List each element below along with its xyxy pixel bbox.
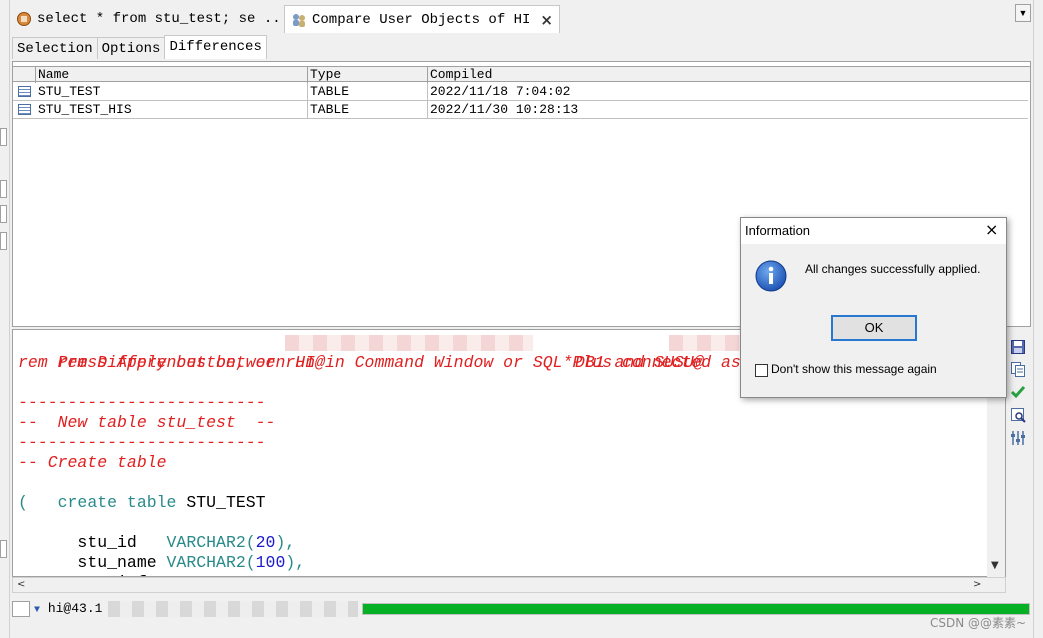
copy-icon[interactable]	[1010, 361, 1026, 377]
cell-name: STU_TEST_HIS	[36, 101, 308, 119]
document-tab-bar: select * from stu_test; se ... Compare U…	[10, 0, 1033, 36]
redacted-text	[285, 335, 533, 351]
grid-header: Name Type Compiled	[13, 66, 1030, 83]
chevron-down-icon: ▼	[34, 605, 41, 616]
left-panel-control[interactable]	[0, 128, 7, 146]
redacted-text	[669, 335, 749, 351]
status-bar: ▼ hi@43.1	[10, 598, 1033, 620]
connection-label: hi@43.1	[47, 601, 103, 616]
cell-type: TABLE	[308, 101, 428, 119]
dont-show-again-checkbox[interactable]	[755, 364, 768, 377]
save-icon[interactable]	[1010, 339, 1026, 355]
dialog-body: All changes successfully applied. OK Don…	[741, 244, 1006, 397]
grid-header-spacer	[13, 67, 36, 83]
code-line: -- New table stu_test --	[18, 413, 276, 432]
code-line: rem Press Apply button, or run in Comman…	[18, 353, 741, 372]
cell-compiled: 2022/11/30 10:28:13	[430, 102, 579, 117]
progress-fill	[363, 604, 1029, 614]
dialog-message: All changes successfully applied.	[805, 262, 981, 276]
close-icon[interactable]: ×	[985, 220, 998, 239]
tab-list-dropdown-button[interactable]: ▼	[1015, 4, 1031, 22]
dialog-titlebar: Information ×	[741, 218, 1006, 244]
table-row[interactable]: STU_TEST TABLE 2022/11/18 7:04:02	[13, 83, 1028, 101]
editor-horizontal-scrollbar[interactable]: < >	[12, 577, 1006, 593]
status-indicator-box[interactable]	[12, 601, 30, 617]
code-line: stu_info CLOB	[18, 553, 206, 576]
settings-sliders-icon[interactable]	[1010, 430, 1026, 446]
tab-label: Compare User Objects of HI	[312, 11, 531, 28]
connection-selector[interactable]: ▼ hi@43.1	[34, 600, 102, 618]
information-dialog: Information × All changes successfully a…	[740, 217, 1007, 398]
dialog-title: Information	[745, 223, 811, 238]
code-line: create table STU_TEST	[57, 493, 266, 512]
table-icon	[18, 104, 31, 115]
left-panel-control[interactable]	[0, 232, 7, 250]
compare-users-icon	[291, 12, 307, 28]
code-line: (	[18, 493, 28, 512]
column-header-compiled[interactable]: Compiled	[428, 67, 1028, 83]
right-panel-edge	[1033, 0, 1043, 638]
left-panel-edge	[0, 0, 10, 638]
close-icon[interactable]: ×	[540, 11, 553, 29]
tab-compare-user-objects[interactable]: Compare User Objects of HI ×	[284, 5, 560, 33]
dont-show-again-label[interactable]: Don't show this message again	[771, 362, 937, 376]
tab-label: select * from stu_test; se ...	[37, 11, 290, 27]
scroll-right-icon[interactable]: >	[973, 579, 981, 590]
ok-button[interactable]: OK	[831, 315, 917, 341]
editor-side-toolbar	[1008, 335, 1030, 455]
left-panel-control[interactable]	[0, 205, 7, 223]
redacted-text	[108, 601, 358, 617]
left-panel-control[interactable]	[0, 180, 7, 198]
tab-options[interactable]: Options	[96, 37, 166, 59]
code-line: stu_id VARCHAR2(20),	[57, 533, 296, 552]
code-line: -------------------------	[18, 393, 266, 412]
code-line: -------------------------	[18, 433, 266, 452]
tab-selection[interactable]: Selection	[12, 37, 98, 59]
code-line: -- Create table	[18, 453, 167, 472]
column-header-name[interactable]: Name	[36, 67, 308, 83]
scroll-down-icon[interactable]: ▼	[991, 560, 999, 571]
left-panel-control[interactable]	[0, 540, 7, 558]
tab-sql-window[interactable]: select * from stu_test; se ...	[10, 5, 289, 33]
sql-window-icon	[16, 11, 32, 27]
cell-name: STU_TEST	[36, 83, 308, 101]
chevron-down-icon: ▼	[1018, 8, 1028, 18]
code-line: stu_name VARCHAR2(100),	[57, 553, 306, 572]
apply-check-icon[interactable]	[1010, 384, 1026, 400]
table-icon	[18, 86, 31, 97]
tab-differences[interactable]: Differences	[164, 35, 267, 59]
cell-compiled: 2022/11/18 7:04:02	[430, 84, 571, 99]
info-icon	[755, 260, 787, 292]
compare-inner-tabs: Selection Options Differences	[12, 35, 267, 59]
watermark: CSDN @@素素~	[930, 616, 1027, 630]
column-header-type[interactable]: Type	[308, 67, 428, 83]
find-icon[interactable]	[1010, 407, 1026, 423]
scroll-left-icon[interactable]: <	[17, 579, 25, 590]
cell-type: TABLE	[308, 83, 428, 101]
table-row[interactable]: STU_TEST_HIS TABLE 2022/11/30 10:28:13	[13, 101, 1028, 119]
